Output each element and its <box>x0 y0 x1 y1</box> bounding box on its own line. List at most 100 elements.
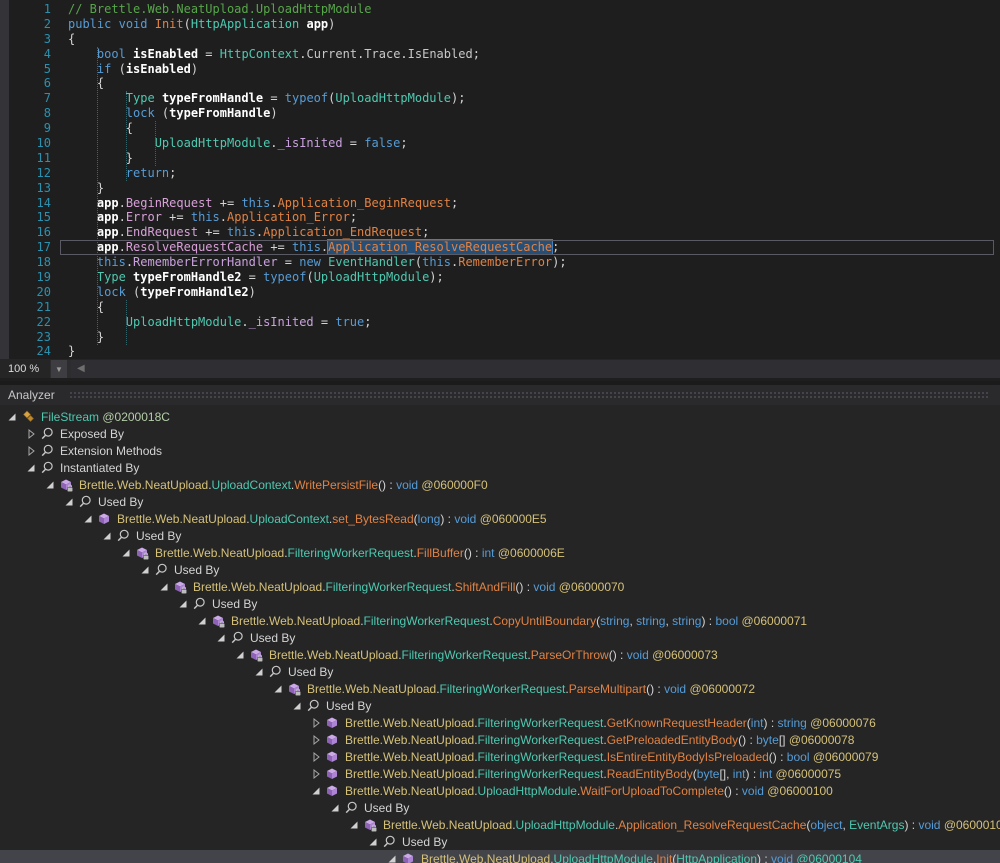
expanded-expander-icon[interactable] <box>386 853 400 863</box>
line-code[interactable]: return; <box>60 166 994 181</box>
chevron-down-icon[interactable]: ▼ <box>50 360 67 378</box>
expanded-expander-icon[interactable] <box>82 513 96 525</box>
tree-row[interactable]: Brettle.Web.NeatUpload.FilteringWorkerRe… <box>0 544 1000 561</box>
line-code[interactable]: UploadHttpModule._isInited = true; <box>60 315 994 330</box>
line-code[interactable]: Type typeFromHandle = typeof(UploadHttpM… <box>60 91 994 106</box>
line-code[interactable]: lock (typeFromHandle) <box>60 106 994 121</box>
code-line[interactable]: 17 app.ResolveRequestCache += this.Appli… <box>0 240 1000 256</box>
expanded-expander-icon[interactable] <box>177 598 191 610</box>
collapsed-expander-icon[interactable] <box>25 445 39 457</box>
collapsed-expander-icon[interactable] <box>310 717 324 729</box>
line-code[interactable]: if (isEnabled) <box>60 62 994 77</box>
expanded-expander-icon[interactable] <box>367 836 381 848</box>
line-number[interactable]: 22 <box>9 315 51 330</box>
line-code[interactable]: { <box>60 76 994 91</box>
expanded-expander-icon[interactable] <box>120 547 134 559</box>
code-line[interactable]: 13 } <box>0 181 1000 196</box>
tree-row[interactable]: Brettle.Web.NeatUpload.FilteringWorkerRe… <box>0 680 1000 697</box>
tree-row[interactable]: Used By <box>0 663 1000 680</box>
code-line[interactable]: 23 } <box>0 330 1000 345</box>
code-line[interactable]: 3{ <box>0 32 1000 47</box>
analyzer-header[interactable]: Analyzer <box>0 385 1000 405</box>
code-line[interactable]: 7 Type typeFromHandle = typeof(UploadHtt… <box>0 91 1000 106</box>
expanded-expander-icon[interactable] <box>234 649 248 661</box>
expanded-expander-icon[interactable] <box>25 462 39 474</box>
tree-row[interactable]: Brettle.Web.NeatUpload.FilteringWorkerRe… <box>0 748 1000 765</box>
collapsed-expander-icon[interactable] <box>310 751 324 763</box>
tree-row[interactable]: Brettle.Web.NeatUpload.UploadContext.Wri… <box>0 476 1000 493</box>
tree-row[interactable]: Used By <box>0 697 1000 714</box>
code-line[interactable]: 22 UploadHttpModule._isInited = true; <box>0 315 1000 330</box>
expanded-expander-icon[interactable] <box>215 632 229 644</box>
expanded-expander-icon[interactable] <box>44 479 58 491</box>
tree-row[interactable]: Used By <box>0 629 1000 646</box>
tree-row-selected[interactable]: Brettle.Web.NeatUpload.UploadHttpModule.… <box>0 850 1000 863</box>
line-code[interactable]: } <box>60 344 994 359</box>
line-number[interactable]: 9 <box>9 121 51 136</box>
code-line[interactable]: 15 app.Error += this.Application_Error; <box>0 210 1000 225</box>
line-code[interactable]: app.EndRequest += this.Application_EndRe… <box>60 225 994 240</box>
tree-row[interactable]: Brettle.Web.NeatUpload.UploadContext.set… <box>0 510 1000 527</box>
line-number[interactable]: 12 <box>9 166 51 181</box>
line-number[interactable]: 10 <box>9 136 51 151</box>
expanded-expander-icon[interactable] <box>101 530 115 542</box>
tree-row[interactable]: Used By <box>0 833 1000 850</box>
code-line[interactable]: 10 UploadHttpModule._isInited = false; <box>0 136 1000 151</box>
expanded-expander-icon[interactable] <box>310 785 324 797</box>
code-line[interactable]: 12 return; <box>0 166 1000 181</box>
tree-row[interactable]: Instantiated By <box>0 459 1000 476</box>
line-number[interactable]: 19 <box>9 270 51 285</box>
expanded-expander-icon[interactable] <box>196 615 210 627</box>
line-code[interactable]: lock (typeFromHandle2) <box>60 285 994 300</box>
line-number[interactable]: 23 <box>9 330 51 345</box>
line-number[interactable]: 24 <box>9 344 51 359</box>
code-line[interactable]: 6 { <box>0 76 1000 91</box>
line-number[interactable]: 17 <box>9 240 51 255</box>
line-code[interactable]: bool isEnabled = HttpContext.Current.Tra… <box>60 47 994 62</box>
line-code[interactable]: app.Error += this.Application_Error; <box>60 210 994 225</box>
line-number[interactable]: 8 <box>9 106 51 121</box>
code-line[interactable]: 24} <box>0 344 1000 359</box>
line-code[interactable]: this.RememberErrorHandler = new EventHan… <box>60 255 994 270</box>
collapsed-expander-icon[interactable] <box>310 734 324 746</box>
line-code[interactable]: } <box>60 151 994 166</box>
code-line[interactable]: 16 app.EndRequest += this.Application_En… <box>0 225 1000 240</box>
line-number[interactable]: 15 <box>9 210 51 225</box>
tree-row[interactable]: Brettle.Web.NeatUpload.UploadHttpModule.… <box>0 782 1000 799</box>
zoom-level-control[interactable]: 100 % <box>0 360 50 378</box>
tree-row[interactable]: FileStream @0200018C <box>0 408 1000 425</box>
tree-row[interactable]: Brettle.Web.NeatUpload.FilteringWorkerRe… <box>0 578 1000 595</box>
line-number[interactable]: 21 <box>9 300 51 315</box>
expanded-expander-icon[interactable] <box>253 666 267 678</box>
line-number[interactable]: 14 <box>9 196 51 211</box>
line-code[interactable]: { <box>60 121 994 136</box>
line-code[interactable]: { <box>60 32 994 47</box>
line-code[interactable]: } <box>60 181 994 196</box>
line-code[interactable]: // Brettle.Web.NeatUpload.UploadHttpModu… <box>60 2 994 17</box>
line-number[interactable]: 16 <box>9 225 51 240</box>
line-number[interactable]: 6 <box>9 76 51 91</box>
tree-row[interactable]: Brettle.Web.NeatUpload.UploadHttpModule.… <box>0 816 1000 833</box>
tree-row[interactable]: Brettle.Web.NeatUpload.FilteringWorkerRe… <box>0 714 1000 731</box>
collapsed-expander-icon[interactable] <box>25 428 39 440</box>
line-number[interactable]: 3 <box>9 32 51 47</box>
code-line[interactable]: 20 lock (typeFromHandle2) <box>0 285 1000 300</box>
code-line[interactable]: 18 this.RememberErrorHandler = new Event… <box>0 255 1000 270</box>
line-code[interactable]: Type typeFromHandle2 = typeof(UploadHttp… <box>60 270 994 285</box>
line-number[interactable]: 4 <box>9 47 51 62</box>
line-number[interactable]: 11 <box>9 151 51 166</box>
code-editor[interactable]: 1 // Brettle.Web.NeatUpload.UploadHttpMod… <box>0 0 1000 359</box>
expanded-expander-icon[interactable] <box>348 819 362 831</box>
tree-row[interactable]: Brettle.Web.NeatUpload.FilteringWorkerRe… <box>0 646 1000 663</box>
expanded-expander-icon[interactable] <box>329 802 343 814</box>
expanded-expander-icon[interactable] <box>6 411 20 423</box>
line-number[interactable]: 7 <box>9 91 51 106</box>
code-line[interactable]: 14 app.BeginRequest += this.Application_… <box>0 196 1000 211</box>
tree-row[interactable]: Brettle.Web.NeatUpload.FilteringWorkerRe… <box>0 731 1000 748</box>
expanded-expander-icon[interactable] <box>291 700 305 712</box>
code-line[interactable]: 8 lock (typeFromHandle) <box>0 106 1000 121</box>
tree-row[interactable]: Brettle.Web.NeatUpload.FilteringWorkerRe… <box>0 612 1000 629</box>
expanded-expander-icon[interactable] <box>158 581 172 593</box>
code-line[interactable]: 5 if (isEnabled) <box>0 62 1000 77</box>
line-number[interactable]: 13 <box>9 181 51 196</box>
